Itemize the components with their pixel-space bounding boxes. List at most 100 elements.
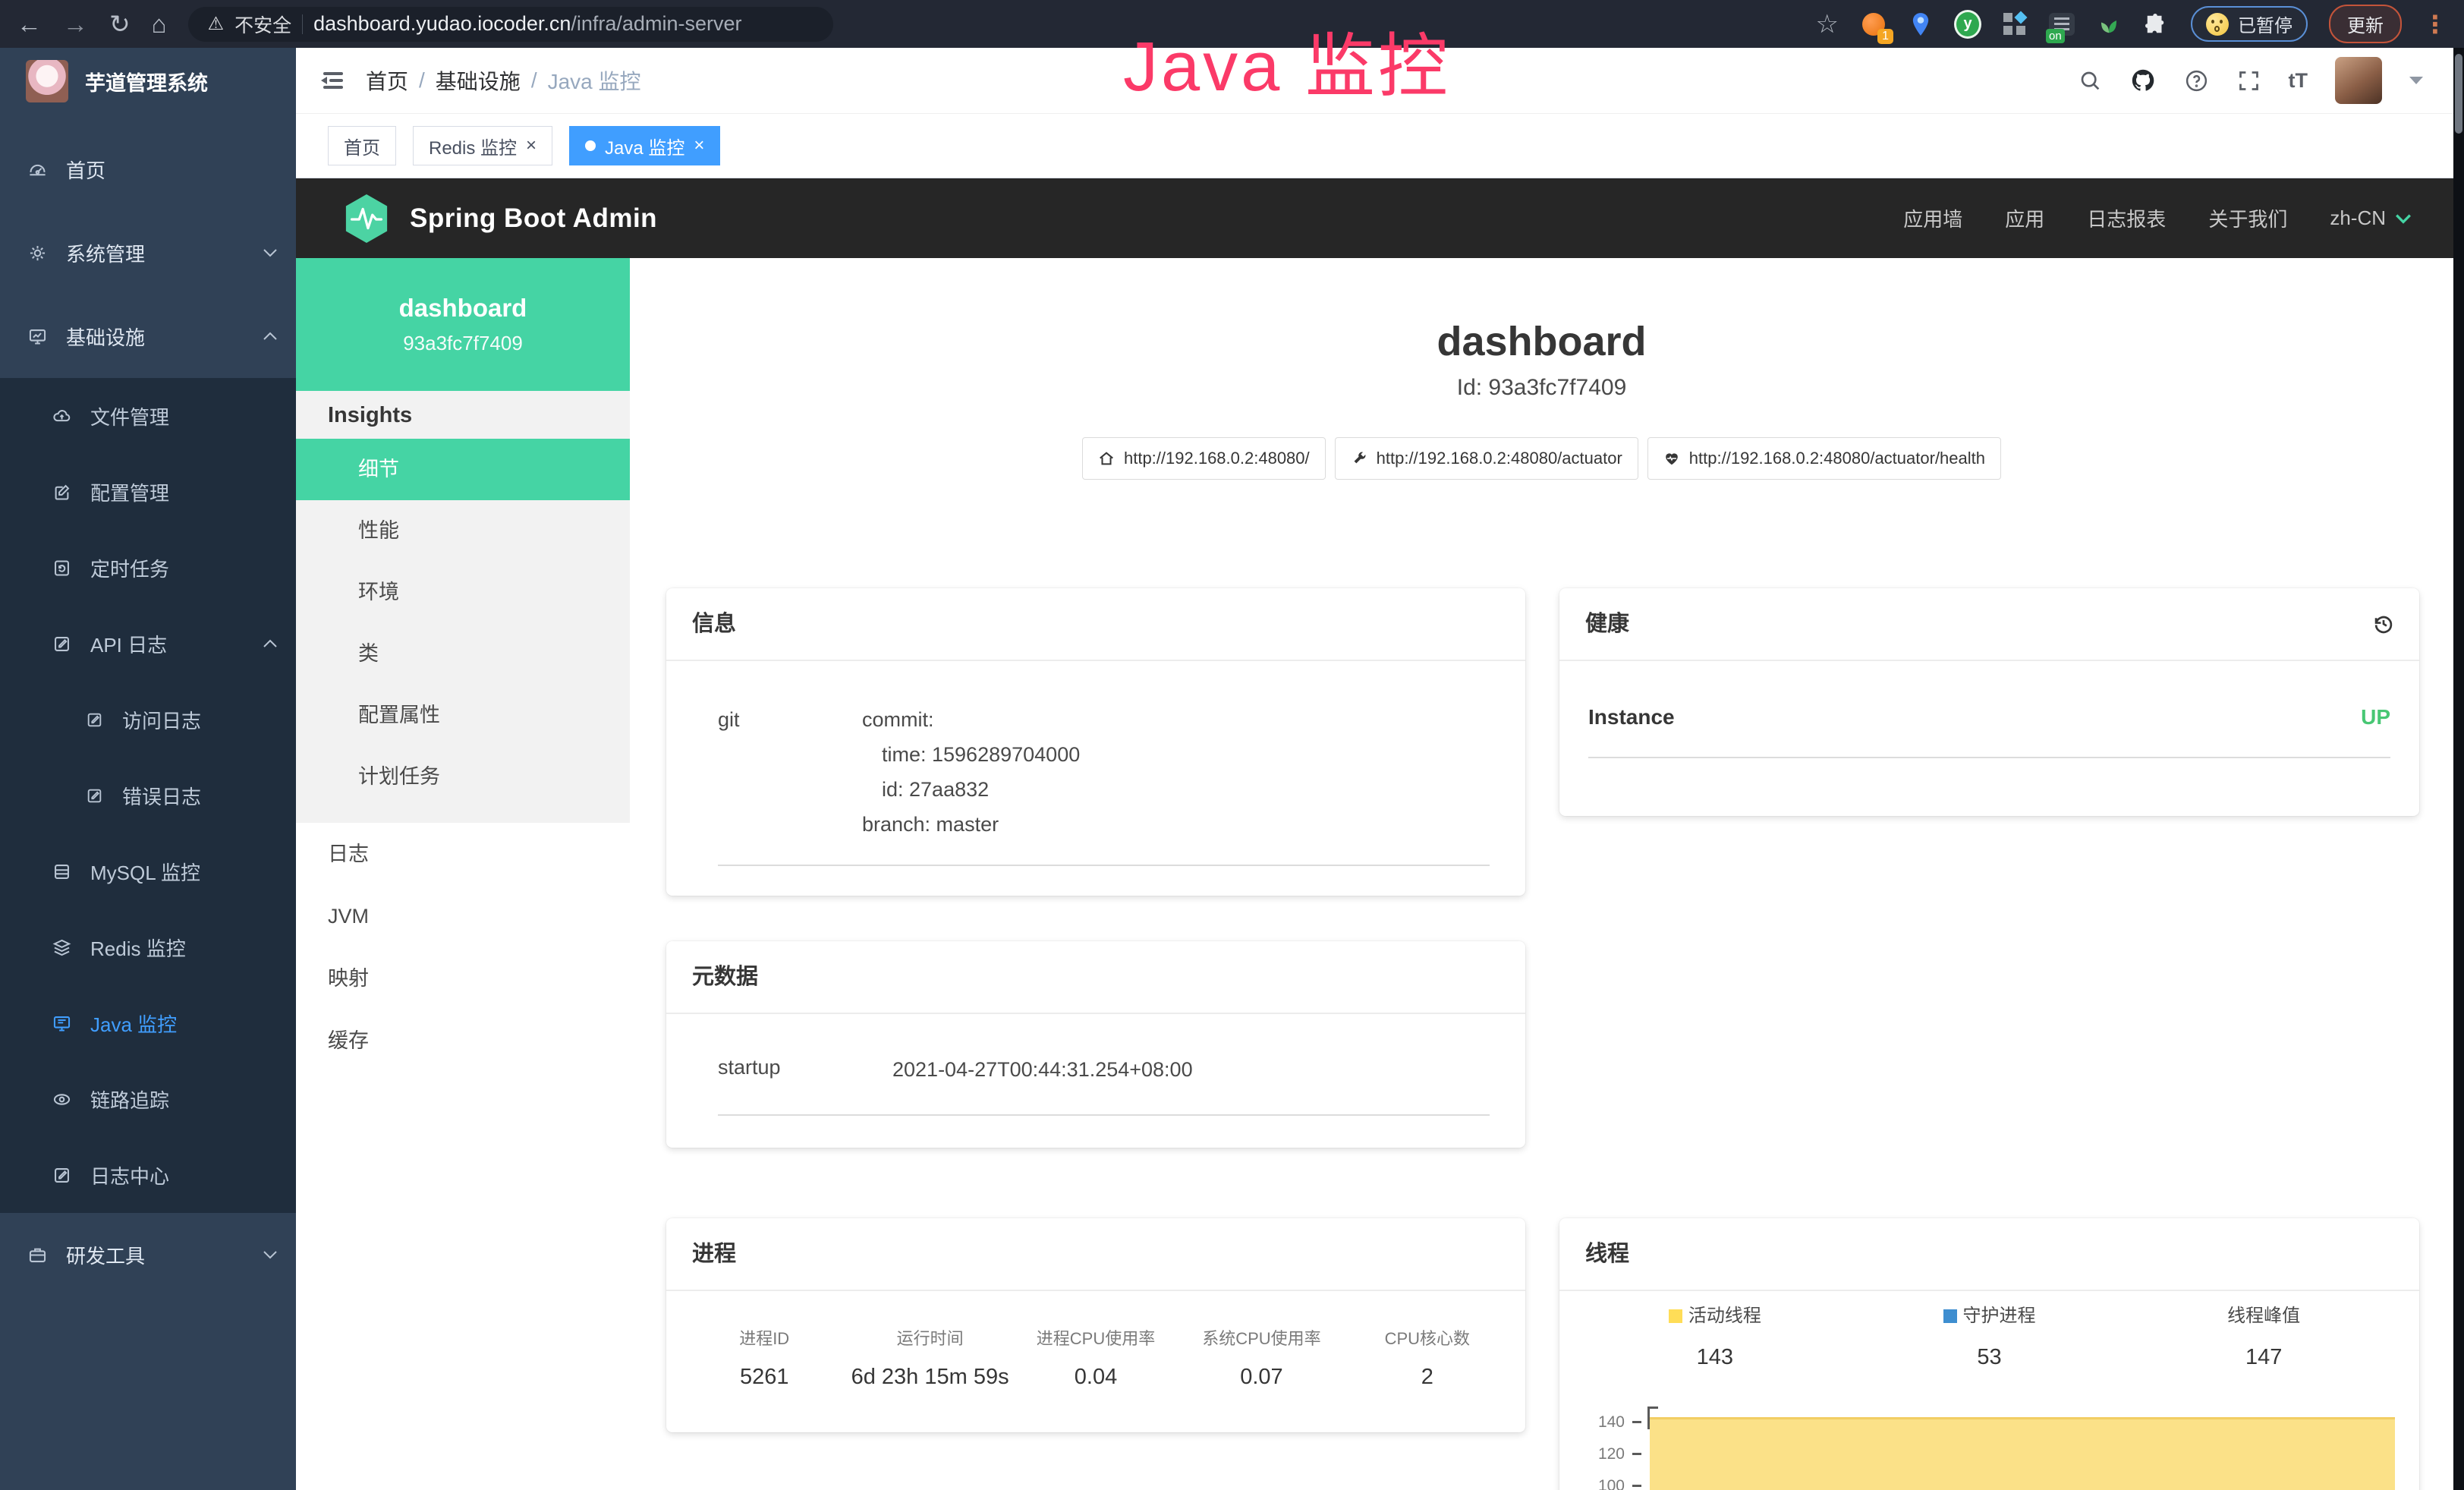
extension-badge: 1	[1877, 29, 1893, 44]
page-url[interactable]: dashboard.yudao.iocoder.cn/infra/admin-s…	[313, 12, 741, 36]
sidebar-item-system[interactable]: 系统管理	[0, 211, 296, 295]
avatar-caret-icon[interactable]	[2409, 77, 2423, 84]
sba-item-caches[interactable]: 缓存	[296, 1010, 630, 1072]
sba-item-environment[interactable]: 环境	[296, 562, 630, 623]
health-card-title: 健康	[1585, 612, 1629, 636]
sba-item-metrics[interactable]: 性能	[296, 500, 630, 562]
extension-on-icon[interactable]: on	[2048, 11, 2075, 38]
timer-icon	[52, 558, 72, 578]
metadata-value: 2021-04-27T00:44:31.254+08:00	[892, 1052, 1193, 1087]
sidebar-item-log-center[interactable]: 日志中心	[0, 1137, 296, 1213]
tab-home[interactable]: 首页	[328, 126, 396, 165]
extension-grid-icon[interactable]	[2001, 11, 2028, 38]
extension-y-icon[interactable]: y	[1954, 11, 1981, 38]
eye-icon	[52, 1089, 72, 1110]
extensions-puzzle-icon[interactable]	[2142, 11, 2170, 38]
address-divider	[302, 14, 303, 34]
chevron-up-icon	[263, 332, 278, 341]
sba-instance-header[interactable]: dashboard 93a3fc7f7409	[296, 258, 630, 391]
actuator-url-link[interactable]: http://192.168.0.2:48080/actuator	[1335, 437, 1638, 480]
browser-home-icon[interactable]: ⌂	[152, 11, 167, 36]
update-button[interactable]: 更新	[2329, 5, 2402, 43]
sba-item-mappings[interactable]: 映射	[296, 947, 630, 1010]
sba-nav-applications[interactable]: 应用	[2005, 204, 2044, 232]
log-edit-icon	[52, 634, 72, 654]
sba-language-select[interactable]: zh-CN	[2330, 206, 2412, 230]
breadcrumb: 首页 / 基础设施 / Java 监控	[366, 65, 641, 96]
sidebar-item-java-monitor[interactable]: Java 监控	[0, 985, 296, 1061]
metadata-card-title: 元数据	[666, 941, 1525, 1014]
threads-legend: 活动线程 143 守护进程 53 线程峰值 147	[1578, 1300, 2401, 1370]
paused-profile-button[interactable]: 已暂停	[2191, 6, 2308, 42]
row-divider	[718, 1114, 1490, 1116]
process-card-title: 进程	[666, 1218, 1525, 1291]
sba-item-jvm[interactable]: JVM	[296, 885, 630, 947]
sba-item-scheduled-tasks[interactable]: 计划任务	[296, 746, 630, 808]
sba-nav-about[interactable]: 关于我们	[2208, 204, 2287, 232]
health-row[interactable]: Instance UP	[1588, 705, 2390, 758]
y-tick-100: 100	[1578, 1478, 1625, 1490]
sidebar-item-scheduled-jobs[interactable]: 定时任务	[0, 530, 296, 606]
sidebar-item-infrastructure[interactable]: 基础设施	[0, 295, 296, 378]
monitor-chart-icon	[27, 326, 48, 347]
java-monitor-icon	[52, 1013, 72, 1034]
help-icon[interactable]	[2184, 68, 2209, 93]
stat-system-cpu: 系统CPU使用率 0.07	[1179, 1325, 1344, 1390]
row-divider	[718, 865, 1490, 866]
browser-reload-icon[interactable]: ↻	[109, 11, 131, 36]
browser-menu-icon[interactable]: ⋮	[2423, 10, 2447, 39]
app-logo-row[interactable]: 芋道管理系统	[0, 48, 296, 115]
page-scrollbar[interactable]	[2453, 48, 2464, 1490]
sidebar-item-file-management[interactable]: 文件管理	[0, 378, 296, 454]
sba-brand[interactable]: Spring Boot Admin	[343, 193, 657, 244]
sidebar-item-dev-tools[interactable]: 研发工具	[0, 1213, 296, 1296]
service-url-link[interactable]: http://192.168.0.2:48080/	[1082, 437, 1326, 480]
sba-item-logs[interactable]: 日志	[296, 823, 630, 885]
extension-orange-icon[interactable]: 1	[1860, 11, 1887, 38]
sba-item-config-props[interactable]: 配置属性	[296, 685, 630, 746]
sidebar-item-tracing[interactable]: 链路追踪	[0, 1061, 296, 1137]
sba-nav-journal[interactable]: 日志报表	[2087, 204, 2166, 232]
chevron-down-icon	[263, 248, 278, 257]
sba-section-label: Insights	[296, 391, 630, 439]
sidebar-item-api-log[interactable]: API 日志	[0, 606, 296, 682]
emoji-face-icon	[2206, 13, 2229, 36]
health-row-label: Instance	[1588, 705, 1675, 729]
breadcrumb-home[interactable]: 首页	[366, 65, 408, 96]
search-icon[interactable]	[2078, 68, 2102, 93]
close-icon[interactable]: ×	[526, 135, 537, 156]
tab-redis-monitor[interactable]: Redis 监控 ×	[413, 126, 552, 165]
sidebar-item-error-log[interactable]: 错误日志	[0, 758, 296, 833]
sidebar-item-access-log[interactable]: 访问日志	[0, 682, 296, 758]
browser-back-icon[interactable]: ←	[17, 11, 42, 36]
sidebar-item-home[interactable]: 首页	[0, 128, 296, 211]
history-icon[interactable]	[2371, 611, 2396, 637]
sidebar-item-redis-monitor[interactable]: Redis 监控	[0, 909, 296, 985]
tab-java-monitor[interactable]: Java 监控 ×	[569, 126, 720, 165]
info-card-title: 信息	[666, 588, 1525, 661]
extension-leaf-icon[interactable]	[2095, 11, 2123, 38]
map-pin-icon[interactable]	[1907, 11, 1934, 38]
sba-nav-wallboard[interactable]: 应用墙	[1903, 204, 1962, 232]
legend-peak-threads: 线程峰值 147	[2126, 1300, 2401, 1370]
threads-chart: 140 120 100	[1578, 1400, 2401, 1490]
user-avatar[interactable]	[2335, 57, 2382, 104]
breadcrumb-infrastructure[interactable]: 基础设施	[436, 65, 521, 96]
font-size-icon[interactable]: tT	[2289, 69, 2308, 93]
url-domain: dashboard.yudao.iocoder.cn	[313, 12, 571, 35]
address-bar[interactable]: ⚠ 不安全 dashboard.yudao.iocoder.cn/infra/a…	[188, 7, 833, 42]
browser-forward-icon[interactable]: →	[63, 11, 88, 36]
y-tick-120: 120	[1578, 1446, 1625, 1462]
hamburger-fold-icon[interactable]	[319, 68, 346, 93]
close-icon[interactable]: ×	[694, 135, 704, 156]
sidebar-item-mysql-monitor[interactable]: MySQL 监控	[0, 833, 296, 909]
sidebar-item-config-management[interactable]: 配置管理	[0, 454, 296, 530]
scrollbar-thumb[interactable]	[2455, 54, 2462, 134]
health-url-link[interactable]: http://192.168.0.2:48080/actuator/health	[1647, 437, 2001, 480]
sba-item-classes[interactable]: 类	[296, 623, 630, 685]
bookmark-star-icon[interactable]: ☆	[1816, 9, 1839, 39]
sba-item-details[interactable]: 细节	[296, 439, 630, 500]
url-path: /infra/admin-server	[571, 12, 741, 35]
fullscreen-icon[interactable]	[2236, 68, 2261, 93]
github-icon[interactable]	[2129, 67, 2157, 94]
